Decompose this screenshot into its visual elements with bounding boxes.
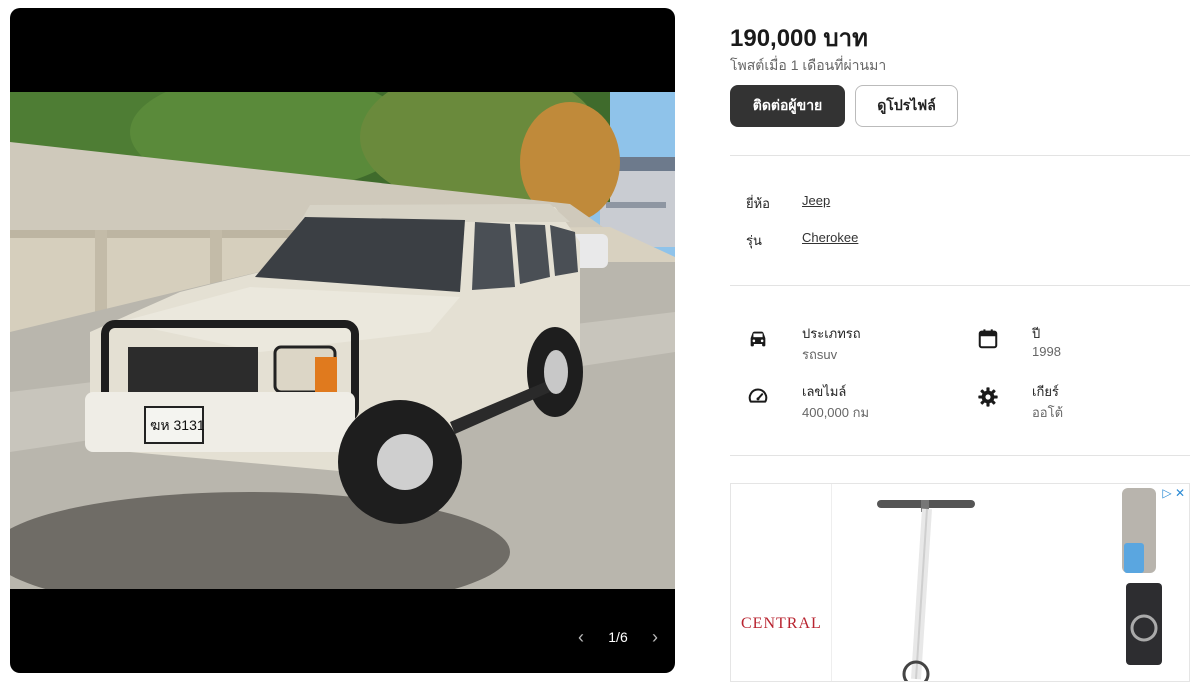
divider (730, 155, 1190, 156)
mileage-value: 400,000 กม (802, 405, 870, 420)
ad-choices-icon[interactable]: ▷ (1162, 486, 1171, 500)
vehicle-type-label: ประเภทรถ (802, 326, 861, 341)
photo-gallery[interactable]: ฆห 3131 ‹ 1/6 › (10, 8, 675, 673)
gear-icon (978, 387, 998, 407)
speedometer-icon (748, 388, 768, 403)
divider (730, 455, 1190, 456)
advertisement-banner[interactable]: CENTRAL ▷ ✕ (730, 483, 1190, 682)
vehicle-type-value: รถsuv (802, 347, 838, 362)
model-label: รุ่น (746, 233, 762, 248)
svg-text:ฆห 3131: ฆห 3131 (150, 417, 205, 433)
chevron-right-icon[interactable]: › (652, 627, 658, 647)
product-images (1122, 488, 1162, 665)
calendar-icon (978, 329, 998, 349)
model-link[interactable]: Cherokee (802, 230, 858, 245)
contact-seller-button[interactable]: ติดต่อผู้ขาย (730, 85, 845, 127)
chevron-left-icon[interactable]: ‹ (578, 627, 584, 647)
photo-counter: 1/6 (608, 629, 628, 645)
ad-controls[interactable]: ▷ ✕ (1162, 486, 1185, 500)
ad-brand-logo: CENTRAL (741, 615, 822, 632)
gallery-pager: ‹ 1/6 › (578, 626, 658, 648)
year-label: ปี (1032, 326, 1041, 341)
close-icon[interactable]: ✕ (1175, 486, 1185, 500)
posted-time: โพสต์เมื่อ 1 เดือนที่ผ่านมา (730, 57, 887, 73)
car-icon (750, 331, 766, 347)
brand-link[interactable]: Jeep (802, 193, 830, 208)
vehicle-photo[interactable]: ฆห 3131 (10, 92, 675, 589)
listing-panel: 190,000 บาท โพสต์เมื่อ 1 เดือนที่ผ่านมา … (730, 0, 1190, 682)
ad-logo-area: CENTRAL (731, 484, 832, 681)
transmission-value: ออโต้ (1032, 405, 1064, 420)
year-value: 1998 (1032, 344, 1061, 359)
scooter-image (877, 500, 975, 681)
mileage-label: เลขไมล์ (802, 384, 847, 399)
divider (730, 285, 1190, 286)
brand-label: ยี่ห้อ (746, 196, 770, 211)
transmission-label: เกียร์ (1032, 384, 1059, 399)
view-profile-button[interactable]: ดูโปรไฟล์ (855, 85, 958, 127)
price: 190,000 บาท (730, 25, 868, 52)
